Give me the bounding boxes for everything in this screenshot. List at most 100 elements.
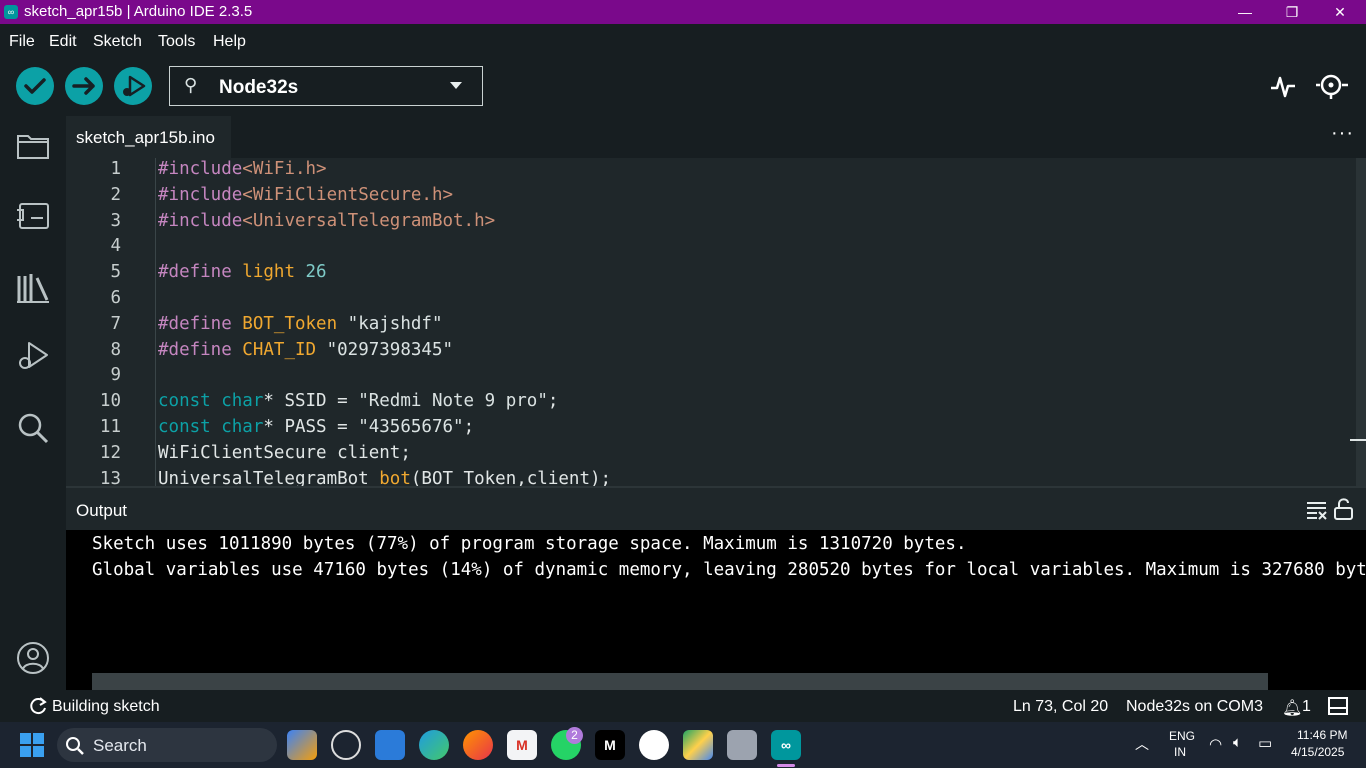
status-bar: Building sketch Ln 73, Col 20 Node32s on… xyxy=(0,690,1366,722)
code-text: const char* SSID = "Redmi Note 9 pro"; xyxy=(158,391,558,411)
window-title: sketch_apr15b | Arduino IDE 2.3.5 xyxy=(24,3,253,20)
windows-start-icon[interactable] xyxy=(20,733,44,757)
medium-icon[interactable]: M xyxy=(595,730,625,760)
search-sidebar-icon[interactable] xyxy=(15,410,51,446)
tab-bar: sketch_apr15b.ino ··· xyxy=(66,114,1366,158)
refresh-icon xyxy=(30,697,47,715)
code-token: #include xyxy=(158,159,243,179)
serial-plotter-icon[interactable] xyxy=(1269,72,1297,100)
code-text: #include<UniversalTelegramBot.h> xyxy=(158,211,495,231)
github-icon[interactable] xyxy=(639,730,669,760)
language-bottom[interactable]: IN xyxy=(1174,745,1186,759)
notification-count[interactable]: 1 xyxy=(1302,698,1311,716)
verify-button[interactable] xyxy=(16,67,54,105)
code-line: 3 #include<UniversalTelegramBot.h> xyxy=(66,211,1356,237)
code-token: "43565676" xyxy=(358,417,464,437)
battery-icon[interactable]: ▭ xyxy=(1258,734,1272,752)
menu-sketch[interactable]: Sketch xyxy=(93,33,142,51)
library-icon[interactable] xyxy=(15,270,51,306)
code-token: CHAT_ID xyxy=(242,339,327,360)
board-port-status[interactable]: Node32s on COM3 xyxy=(1126,698,1263,716)
code-token: light xyxy=(242,262,306,283)
wifi-icon[interactable]: ◠ xyxy=(1209,735,1222,753)
line-number: 12 xyxy=(99,442,121,463)
clock-time[interactable]: 11:46 PM xyxy=(1297,728,1347,742)
code-token: #define xyxy=(158,262,243,283)
edge-icon[interactable] xyxy=(419,730,449,760)
search-icon xyxy=(66,737,84,755)
toggle-panel-icon[interactable] xyxy=(1328,697,1348,715)
tab-sketch[interactable]: sketch_apr15b.ino xyxy=(66,114,231,158)
code-text: #define BOT_Token "kajshdf" xyxy=(158,314,442,334)
code-editor[interactable]: 1 #include<WiFi.h> 2 #include<WiFiClientSec… xyxy=(66,158,1366,486)
code-token: #include xyxy=(158,210,243,231)
menu-help[interactable]: Help xyxy=(213,33,246,51)
code-token: "Redmi Note 9 pro" xyxy=(358,391,548,412)
chevron-up-icon[interactable]: ︿ xyxy=(1135,734,1149,754)
code-line: 5 #define light 26 xyxy=(66,262,1356,288)
output-line: Sketch uses 1011890 bytes (77%) of progr… xyxy=(92,534,967,554)
windows-taskbar: Search M 2 M ∞ ︿ ENG IN ◠ 🔈︎ ▭ 11:46 PM … xyxy=(0,722,1366,768)
taskbar-search[interactable]: Search xyxy=(57,728,277,762)
code-token: char xyxy=(221,391,264,412)
cursor-position[interactable]: Ln 73, Col 20 xyxy=(1013,698,1108,716)
code-token: bot xyxy=(379,468,411,486)
chevron-down-icon xyxy=(450,82,462,89)
close-button[interactable]: ✕ xyxy=(1317,0,1363,24)
line-number: 3 xyxy=(110,210,121,231)
serial-monitor-icon[interactable] xyxy=(1314,70,1350,100)
tab-label: sketch_apr15b.ino xyxy=(76,128,215,147)
language-top[interactable]: ENG xyxy=(1169,729,1195,743)
code-line: 9 xyxy=(66,365,1356,391)
clock-date[interactable]: 4/15/2025 xyxy=(1291,745,1344,759)
output-line: Global variables use 47160 bytes (14%) o… xyxy=(92,560,1366,580)
code-text: #include<WiFi.h> xyxy=(158,159,327,179)
more-icon[interactable]: ··· xyxy=(1331,122,1354,145)
menu-tools[interactable]: Tools xyxy=(158,33,195,51)
code-text: UniversalTelegramBot bot(BOT_Token,clien… xyxy=(158,469,611,486)
clear-output-icon[interactable] xyxy=(1306,500,1328,520)
code-token: <WiFi.h> xyxy=(242,159,327,179)
code-token: const xyxy=(158,391,222,412)
code-token: const xyxy=(158,417,222,437)
line-number: 4 xyxy=(110,236,121,257)
microsoft-store-icon[interactable] xyxy=(375,730,405,760)
menu-file[interactable]: File xyxy=(9,33,35,51)
search-placeholder: Search xyxy=(93,736,147,755)
board-selector[interactable]: ⚲ Node32s xyxy=(169,66,483,106)
whatsapp-badge: 2 xyxy=(566,727,583,744)
account-icon[interactable] xyxy=(15,640,51,676)
code-token: <WiFiClientSecure.h> xyxy=(242,184,454,205)
copilot-icon[interactable] xyxy=(287,730,317,760)
board-manager-icon[interactable] xyxy=(15,198,51,234)
debug-sidebar-icon[interactable] xyxy=(15,338,51,374)
gmail-icon[interactable]: M xyxy=(507,730,537,760)
firefox-icon[interactable] xyxy=(463,730,493,760)
chatgpt-icon[interactable] xyxy=(331,730,361,760)
unlock-icon[interactable] xyxy=(1333,497,1355,521)
line-number: 13 xyxy=(99,468,121,486)
google-drive-icon[interactable] xyxy=(683,730,713,760)
folder-icon[interactable] xyxy=(15,128,51,164)
menu-edit[interactable]: Edit xyxy=(49,33,77,51)
debug-button[interactable] xyxy=(114,67,152,105)
app-icon[interactable] xyxy=(727,730,757,760)
output-header: Output xyxy=(66,486,1366,530)
scrollbar-thumb[interactable] xyxy=(1350,439,1366,441)
arduino-taskbar-icon[interactable]: ∞ xyxy=(771,730,801,760)
usb-icon: ⚲ xyxy=(184,75,198,95)
editor-scrollbar[interactable] xyxy=(1356,158,1366,486)
code-token: char xyxy=(221,417,264,437)
notification-bell-icon[interactable]: 🔔︎ xyxy=(1282,698,1302,718)
active-app-indicator xyxy=(777,764,795,767)
output-horizontal-scrollbar[interactable] xyxy=(92,673,1268,690)
upload-button[interactable] xyxy=(65,67,103,105)
volume-icon[interactable]: 🔈︎ xyxy=(1233,734,1242,751)
line-number: 9 xyxy=(110,365,121,386)
maximize-button[interactable]: ❐ xyxy=(1269,0,1315,24)
code-token: #define xyxy=(158,313,243,334)
output-console[interactable]: Sketch uses 1011890 bytes (77%) of progr… xyxy=(66,530,1366,690)
board-name: Node32s xyxy=(219,77,299,98)
line-number: 5 xyxy=(110,262,121,283)
minimize-button[interactable]: — xyxy=(1222,0,1268,24)
